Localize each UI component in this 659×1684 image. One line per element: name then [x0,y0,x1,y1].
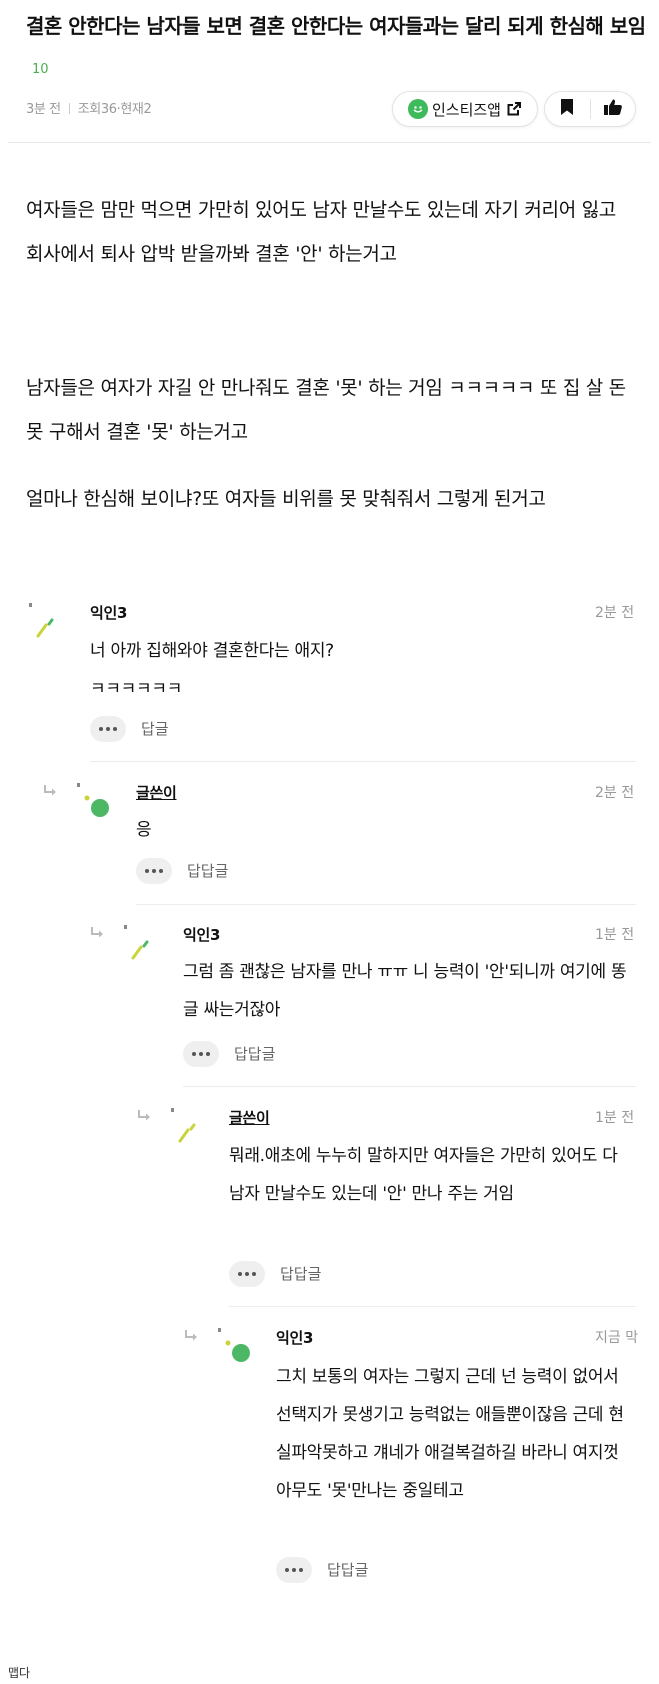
header-divider [8,142,651,143]
comment-time: 2분 전 [595,785,635,801]
comment-time: 1분 전 [595,927,635,943]
avatar-dot-icon [74,782,110,818]
avatar-dot-icon [215,1327,251,1363]
reply-button[interactable]: 답답글 [280,1263,321,1284]
comment-count[interactable]: 10 [32,62,49,77]
comment-text: 너 아까 집해와야 결혼한다는 애지? ㅋㅋㅋㅋㅋㅋ [90,641,334,699]
avatar-lines-icon [26,602,62,638]
footer-watermark: 맵다 [8,1666,31,1680]
bookmark-icon [560,98,574,120]
comment-author[interactable]: 글쓴이 [229,1107,270,1128]
action-pill [544,91,636,127]
post-paragraph-1: 여자들은 맘만 먹으면 가만히 있어도 남자 만날수도 있는데 자기 커리어 잃… [26,199,616,265]
instiz-app-label: 인스티즈앱 [431,100,501,119]
post-paragraph-2: 남자들은 여자가 자길 안 만나줘도 결혼 '못' 하는 거임 ㅋㅋㅋㅋㅋ 또 … [26,377,626,443]
bookmark-button[interactable] [545,92,590,126]
comment-time: 2분 전 [595,605,635,621]
post-title-text: 결혼 안한다는 남자들 보면 결혼 안한다는 여자들과는 달리 되게 한심해 보… [26,14,646,38]
reply-arrow-icon [42,783,58,802]
comment-text: 그치 보통의 여자는 그렇지 근데 넌 능력이 없어서 선택지가 못생기고 능력… [276,1367,624,1501]
comment-divider [183,1086,636,1087]
comment-author[interactable]: 익인3 [90,602,127,623]
reply-arrow-icon [136,1108,152,1127]
meta-divider [68,103,70,114]
more-options-button[interactable] [136,858,172,884]
more-options-button[interactable] [229,1261,265,1287]
comment-text: 그럼 좀 괜찮은 남자를 만나 ㅠㅠ 니 능력이 '안'되니까 여기에 똥글 싸… [183,962,627,1020]
post-meta: 3분 전 조회36·현재2 [26,98,152,117]
reply-button[interactable]: 답글 [141,718,169,739]
instiz-app-button[interactable]: 인스티즈앱 [392,91,538,127]
like-button[interactable] [590,92,635,126]
comment-time: 1분 전 [595,1110,635,1126]
reply-button[interactable]: 답답글 [187,860,228,881]
comment-divider [136,904,636,905]
reply-button[interactable]: 답답글 [234,1043,275,1064]
reply-arrow-icon [89,925,105,944]
reply-arrow-icon [183,1328,199,1347]
thumbs-up-icon [603,98,623,120]
comment-author[interactable]: 글쓴이 [136,782,177,803]
instiz-logo-icon [407,99,428,119]
post-title: 결혼 안한다는 남자들 보면 결혼 안한다는 여자들과는 달리 되게 한심해 보… [26,6,646,90]
external-link-icon [506,101,522,117]
comment-author[interactable]: 익인3 [276,1327,313,1348]
comment-author[interactable]: 익인3 [183,924,220,945]
more-options-button[interactable] [90,716,126,742]
comment-divider [90,761,636,762]
more-options-button[interactable] [183,1041,219,1067]
post-views: 조회36·현재2 [77,102,152,117]
post-time: 3분 전 [26,102,61,117]
more-options-button[interactable] [276,1557,312,1583]
post-paragraph-3: 얼마나 한심해 보이냐?또 여자들 비위를 못 맞춰줘서 그렇게 된거고 [26,488,546,510]
comment-time: 지금 막 [595,1330,639,1346]
avatar-lines-icon [121,924,157,960]
comment-text: 응 [136,820,152,840]
comment-divider [229,1306,636,1307]
avatar-lines-icon [168,1107,204,1143]
reply-button[interactable]: 답답글 [327,1559,368,1580]
comment-text: 뭐래.애초에 누누히 말하지만 여자들은 가만히 있어도 다 남자 만날수도 있… [229,1146,618,1204]
